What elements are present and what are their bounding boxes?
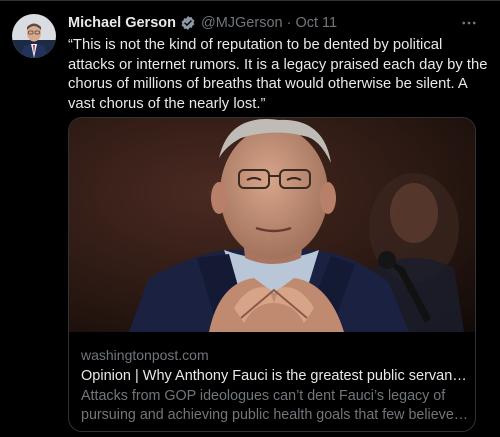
author-name[interactable]: Michael Gerson — [68, 15, 176, 31]
card-description: Attacks from GOP ideologues can’t dent F… — [81, 387, 469, 425]
divider — [0, 0, 500, 1]
card-image[interactable] — [69, 118, 475, 332]
verified-badge-icon — [180, 15, 196, 31]
tweet[interactable]: Michael Gerson @MJGerson · Oct 11 “This … — [0, 0, 500, 437]
card-description-line1: Attacks from GOP ideologues can’t dent F… — [81, 388, 446, 404]
card-domain: washingtonpost.com — [81, 347, 209, 363]
author-handle[interactable]: @MJGerson — [201, 15, 283, 31]
more-options-icon[interactable] — [458, 12, 480, 34]
card-meta: washingtonpost.com Opinion | Why Anthony… — [81, 346, 469, 425]
tweet-header: Michael Gerson @MJGerson · Oct 11 — [68, 13, 337, 33]
card-title[interactable]: Opinion | Why Anthony Fauci is the great… — [81, 367, 469, 386]
separator-dot: · — [286, 15, 292, 31]
card-description-line2: pursuing and achieving public health goa… — [81, 407, 469, 423]
tweet-date[interactable]: Oct 11 — [295, 15, 337, 31]
avatar[interactable] — [12, 14, 56, 58]
link-card[interactable]: washingtonpost.com Opinion | Why Anthony… — [68, 117, 476, 432]
tweet-text: “This is not the kind of reputation to b… — [68, 37, 488, 112]
